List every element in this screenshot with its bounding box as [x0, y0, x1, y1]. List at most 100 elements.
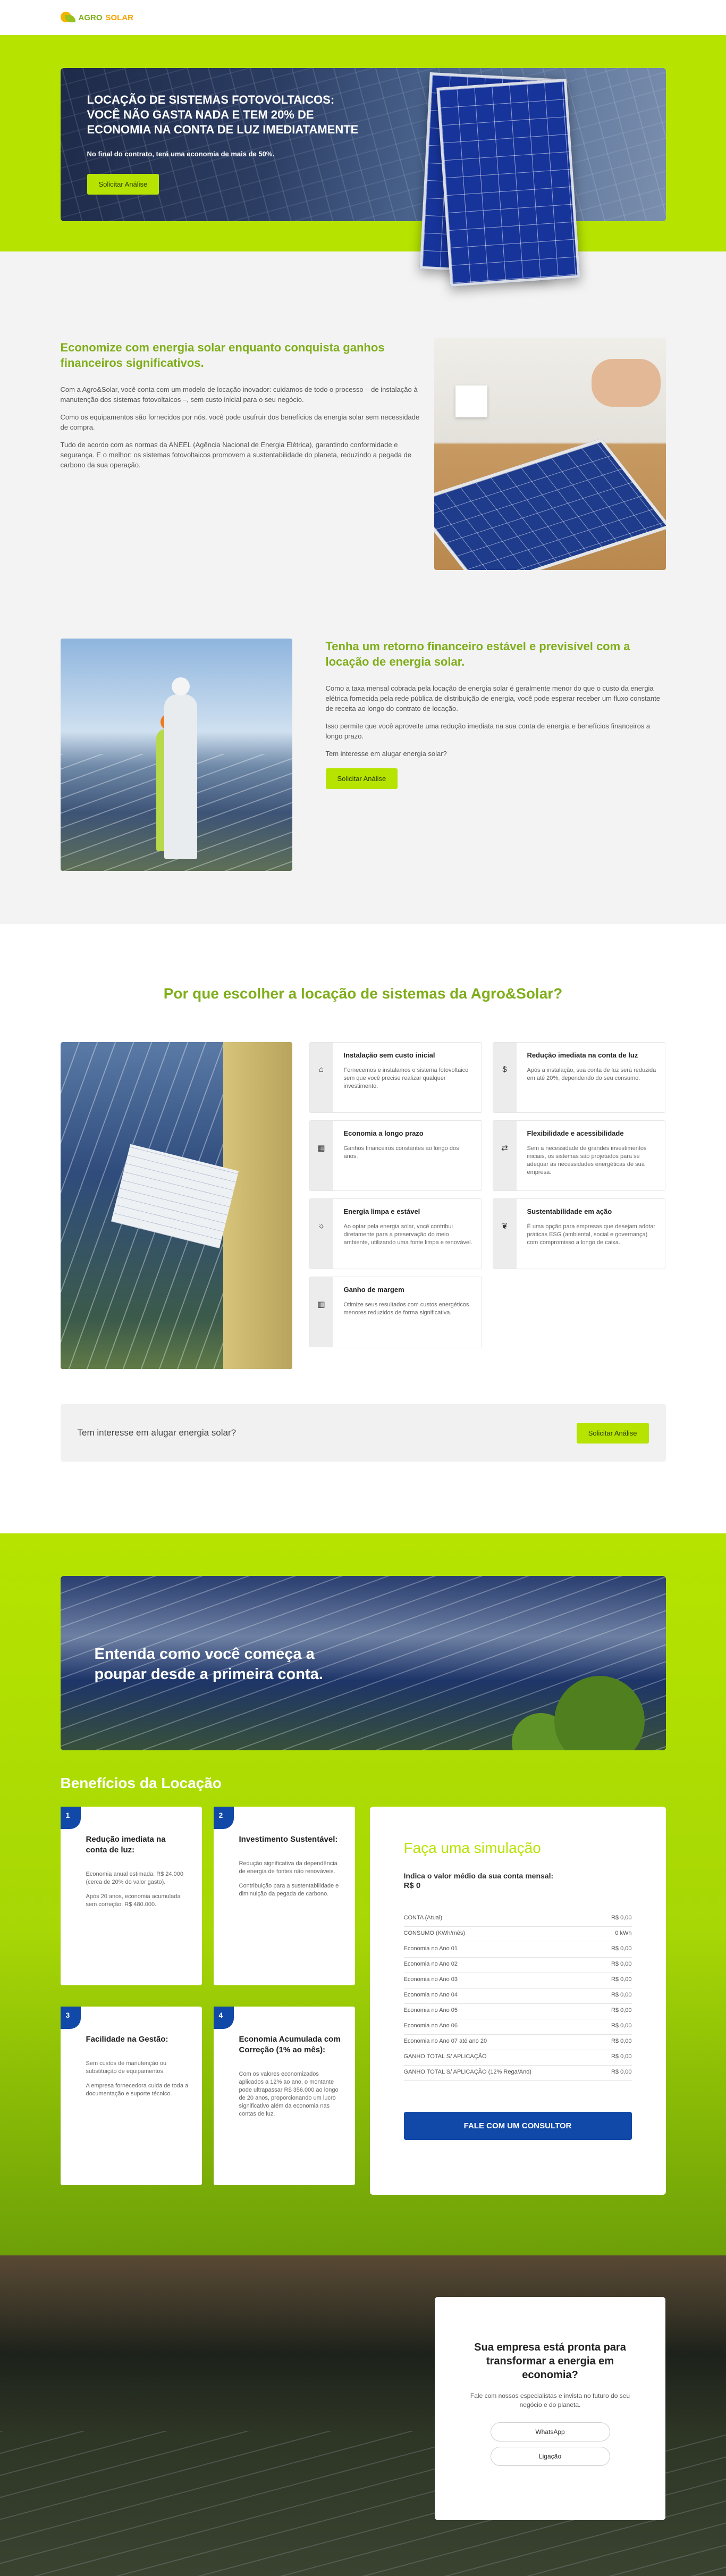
simulation-row: Economia no Ano 02 R$ 0,00: [403, 1958, 632, 1973]
simulation-row-label: CONSUMO (KWh/mês): [403, 1930, 466, 1936]
feature-text: Fornecemos e instalamos o sistema fotovo…: [343, 1067, 469, 1089]
simulation-row: Economia no Ano 03 R$ 0,00: [403, 1973, 632, 1988]
feature-text: Otimize seus resultados com custos energ…: [343, 1302, 469, 1316]
logo[interactable]: AGRO SOLAR: [60, 12, 134, 23]
return-question: Tem interesse em alugar energia solar?: [325, 750, 447, 758]
feature-title: Energia limpa e estável: [343, 1207, 420, 1215]
cta-title: Sua empresa está pronta para transformar…: [474, 2342, 626, 2381]
return-paragraph: Como a taxa mensal cobrada pela locação …: [325, 684, 660, 712]
chart-icon: ▥: [317, 1300, 325, 1309]
simulation-row-label: Economia no Ano 05: [403, 2007, 458, 2013]
cta-card: Sua empresa está pronta para transformar…: [435, 2297, 665, 2520]
benefit-text: Redução significativa da dependência de …: [239, 1860, 337, 1875]
interest-bar: Tem interesse em alugar energia solar? S…: [60, 1404, 666, 1462]
simulation-row-value: R$ 0,00: [611, 1961, 632, 1967]
site-header: AGRO SOLAR: [0, 0, 726, 35]
economy-title: Economize com energia solar enquanto con…: [60, 341, 385, 370]
solar-panel-image: [436, 78, 580, 287]
simulation-row: CONTA (Atual) R$ 0,00: [403, 1911, 632, 1927]
dollar-icon: $: [502, 1065, 507, 1074]
hero-subtitle: No final do contrato, terá uma economia …: [87, 150, 275, 158]
benefit-title: Facilidade na Gestão:: [86, 2035, 168, 2044]
benefit-text: Com os valores economizados aplicados a …: [239, 2071, 339, 2117]
feature-text: É uma opção para empresas que desejam ad…: [527, 1223, 656, 1246]
feature-text: Ao optar pela energia solar, você contri…: [343, 1223, 472, 1246]
hero-title: LOCAÇÃO DE SISTEMAS FOTOVOLTAICOS: VOCÊ …: [87, 93, 359, 136]
simulation-row: Economia no Ano 01 R$ 0,00: [403, 1942, 632, 1958]
simulation-row: Economia no Ano 06 R$ 0,00: [403, 2019, 632, 2035]
simulation-row-value: R$ 0,00: [611, 1915, 632, 1921]
return-section: Tenha um retorno financeiro estável e pr…: [0, 639, 726, 924]
simulation-row-label: GANHO TOTAL S/ APLICAÇÃO (12% Rega/Ano): [403, 2069, 531, 2075]
simulation-row: Economia no Ano 07 até ano 20 R$ 0,00: [403, 2035, 632, 2050]
benefit-text: Economia anual estimada: R$ 24.000 (cerc…: [86, 1871, 183, 1885]
benefit-number: 4: [213, 2007, 234, 2029]
simulation-row-value: R$ 0,00: [611, 2069, 632, 2075]
simulation-row-label: Economia no Ano 03: [403, 1976, 458, 1983]
request-analysis-button[interactable]: Solicitar Análise: [576, 1422, 649, 1444]
simulation-row-label: Economia no Ano 06: [403, 2023, 458, 2029]
benefit-number: 2: [213, 1807, 234, 1829]
simulation-card: Faça uma simulação Indica o valor médio …: [369, 1807, 666, 2195]
feature-title: Redução imediata na conta de luz: [527, 1051, 638, 1059]
benefit-card: 1 Redução imediata na conta de luz: Econom…: [60, 1807, 202, 1985]
simulation-row-value: R$ 0,00: [611, 1945, 632, 1952]
simulation-row: GANHO TOTAL S/ APLICAÇÃO (12% Rega/Ano) R…: [403, 2066, 632, 2081]
request-analysis-button[interactable]: Solicitar Análise: [325, 768, 398, 789]
simulation-row-value: R$ 0,00: [611, 2007, 632, 2013]
home-icon: ⌂: [318, 1065, 324, 1074]
why-section: Por que escolher a locação de sistemas d…: [0, 924, 726, 1533]
request-analysis-button[interactable]: Solicitar Análise: [87, 174, 159, 195]
simulation-row: CONSUMO (KWh/mês) 0 kWh: [403, 1927, 632, 1942]
economy-paragraph: Tudo de acordo com as normas da ANEEL (A…: [60, 441, 412, 469]
simulation-row-value: R$ 0,00: [611, 1976, 632, 1983]
benefit-number: 3: [60, 2007, 81, 2029]
feature-title: Sustentabilidade em ação: [527, 1207, 612, 1215]
why-title: Por que escolher a locação de sistemas d…: [163, 985, 563, 1002]
cta-text: Fale com nossos especialistas e invista …: [470, 2392, 630, 2409]
simulation-row-label: Economia no Ano 04: [403, 1992, 458, 1998]
return-paragraph: Isso permite que você aproveite uma redu…: [325, 722, 651, 740]
hero-card: LOCAÇÃO DE SISTEMAS FOTOVOLTAICOS: VOCÊ …: [60, 68, 666, 287]
savings-banner: Entenda como você começa a poupar desde …: [60, 1576, 666, 1750]
benefit-text: Sem custos de manutenção ou substituição…: [86, 2060, 167, 2075]
feature-card: ▦ Economia a longo prazo Ganhos financeiro…: [309, 1120, 482, 1191]
simulation-row-label: Economia no Ano 01: [403, 1945, 458, 1952]
logo-solar: SOLAR: [105, 13, 134, 22]
call-button[interactable]: Ligação: [490, 2447, 610, 2466]
simulation-row-value: R$ 0,00: [611, 2053, 632, 2060]
benefits-grid: 1 Redução imediata na conta de luz: Econom…: [60, 1807, 355, 2195]
banner-title: Entenda como você começa a poupar desde …: [94, 1646, 323, 1683]
benefit-card: 2 Investimento Sustentável: Redução signif…: [213, 1807, 355, 1985]
simulation-row-value: 0 kWh: [615, 1930, 632, 1936]
talk-to-consultant-button[interactable]: FALE COM UM CONSULTOR: [403, 2112, 632, 2140]
feature-card: ⌂ Instalação sem custo inicial Fornecemos …: [309, 1042, 482, 1113]
simulation-row-label: GANHO TOTAL S/ APLICAÇÃO: [403, 2053, 487, 2060]
return-title: Tenha um retorno financeiro estável e pr…: [325, 640, 630, 668]
cta-section: Sua empresa está pronta para transformar…: [0, 2255, 726, 2576]
economy-paragraph: Como os equipamentos são fornecidos por …: [60, 413, 420, 431]
simulation-row: Economia no Ano 05 R$ 0,00: [403, 2004, 632, 2019]
benefit-text: Após 20 anos, economia acumulada sem cor…: [86, 1893, 181, 1908]
engineers-field-photo: [60, 639, 292, 871]
whatsapp-button[interactable]: WhatsApp: [490, 2422, 610, 2441]
features-grid: ⌂ Instalação sem custo inicial Fornecemos …: [309, 1042, 665, 1369]
feature-card: ☼ Energia limpa e estável Ao optar pela en…: [309, 1198, 482, 1269]
simulation-title: Faça uma simulação: [403, 1840, 541, 1856]
feature-text: Sem a necessidade de grandes investiment…: [527, 1145, 647, 1176]
office-solar-photo: [434, 338, 666, 570]
benefit-number: 1: [60, 1807, 81, 1829]
benefit-text: Contribuição para a sustentabilidade e d…: [239, 1883, 339, 1897]
benefits-section: Entenda como você começa a poupar desde …: [0, 1533, 726, 2255]
logo-agro: AGRO: [78, 13, 103, 22]
simulation-table: CONTA (Atual) R$ 0,00 CONSUMO (KWh/mês) 0 k…: [403, 1911, 632, 2081]
feature-title: Ganho de margem: [343, 1286, 404, 1294]
calendar-icon: ▦: [317, 1144, 325, 1153]
benefit-title: Redução imediata na conta de luz:: [86, 1835, 166, 1855]
feature-title: Instalação sem custo inicial: [343, 1051, 435, 1059]
simulation-row-label: Economia no Ano 02: [403, 1961, 458, 1967]
simulation-row-label: Economia no Ano 07 até ano 20: [403, 2038, 487, 2044]
economy-section: Economize com energia solar enquanto con…: [0, 251, 726, 639]
bill-amount-input[interactable]: R$ 0: [404, 1881, 632, 1890]
leaf-icon: ❦: [501, 1222, 508, 1231]
